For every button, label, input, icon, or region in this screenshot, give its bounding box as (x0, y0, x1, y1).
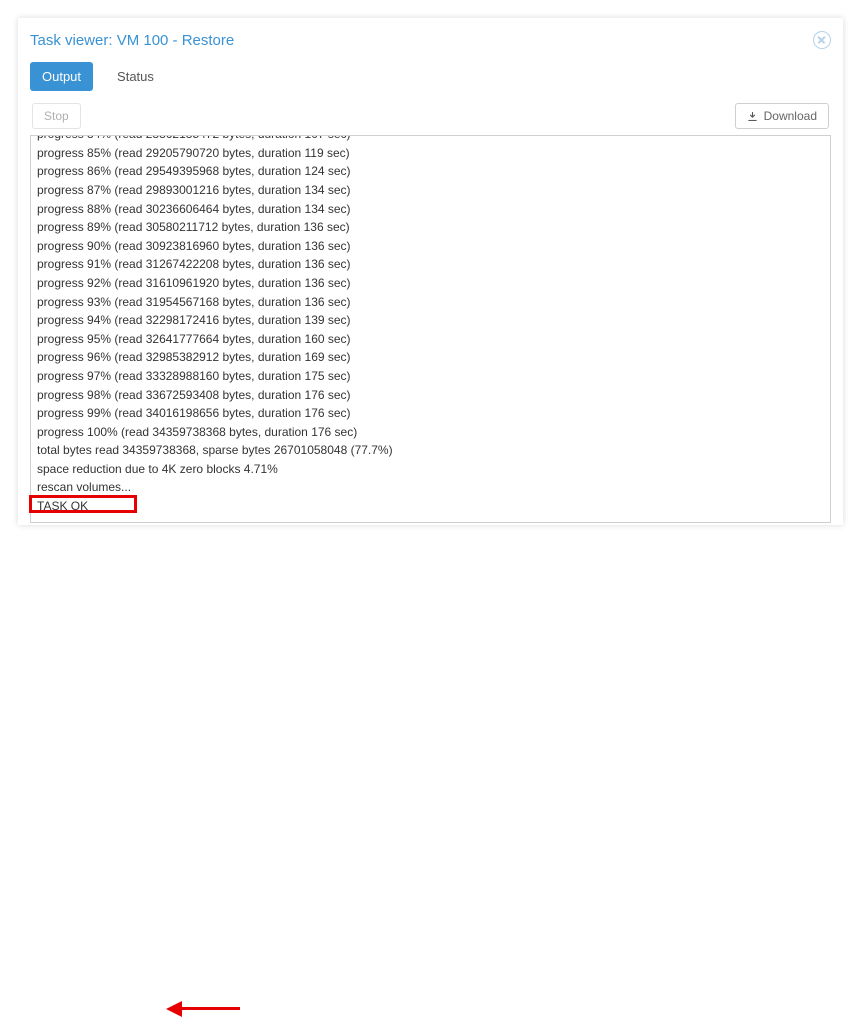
log-output[interactable]: progress 82% (read 28175040512 bytes, du… (30, 135, 831, 523)
log-line: progress 100% (read 34359738368 bytes, d… (37, 423, 831, 442)
log-line: progress 98% (read 33672593408 bytes, du… (37, 386, 831, 405)
tab-row: Output Status (30, 62, 831, 91)
log-line: progress 91% (read 31267422208 bytes, du… (37, 255, 831, 274)
close-icon[interactable] (813, 31, 831, 49)
toolbar: Stop Download (30, 103, 831, 129)
window-title: Task viewer: VM 100 - Restore (30, 32, 234, 49)
log-line: progress 88% (read 30236606464 bytes, du… (37, 200, 831, 219)
download-icon (747, 111, 758, 122)
tab-status[interactable]: Status (105, 62, 166, 91)
log-line: progress 89% (read 30580211712 bytes, du… (37, 218, 831, 237)
tab-output[interactable]: Output (30, 62, 93, 91)
log-line: space reduction due to 4K zero blocks 4.… (37, 460, 831, 479)
log-line: progress 97% (read 33328988160 bytes, du… (37, 367, 831, 386)
log-line: progress 85% (read 29205790720 bytes, du… (37, 144, 831, 163)
log-line: progress 99% (read 34016198656 bytes, du… (37, 404, 831, 423)
log-line: progress 93% (read 31954567168 bytes, du… (37, 293, 831, 312)
log-line: total bytes read 34359738368, sparse byt… (37, 441, 831, 460)
title-bar: Task viewer: VM 100 - Restore (30, 26, 831, 54)
task-viewer-window: Task viewer: VM 100 - Restore Output Sta… (18, 18, 843, 525)
log-line: progress 86% (read 29549395968 bytes, du… (37, 162, 831, 181)
log-line: progress 94% (read 32298172416 bytes, du… (37, 311, 831, 330)
log-line: progress 92% (read 31610961920 bytes, du… (37, 274, 831, 293)
log-line: progress 84% (read 28862185472 bytes, du… (37, 135, 831, 144)
log-line: progress 95% (read 32641777664 bytes, du… (37, 330, 831, 349)
download-label: Download (764, 109, 817, 123)
log-line: progress 87% (read 29893001216 bytes, du… (37, 181, 831, 200)
log-line: progress 90% (read 30923816960 bytes, du… (37, 237, 831, 256)
log-line: TASK OK (37, 497, 831, 516)
log-line: rescan volumes... (37, 478, 831, 497)
stop-button[interactable]: Stop (32, 103, 81, 129)
download-button[interactable]: Download (735, 103, 829, 129)
log-line: progress 96% (read 32985382912 bytes, du… (37, 348, 831, 367)
log-inner: progress 82% (read 28175040512 bytes, du… (31, 135, 831, 522)
